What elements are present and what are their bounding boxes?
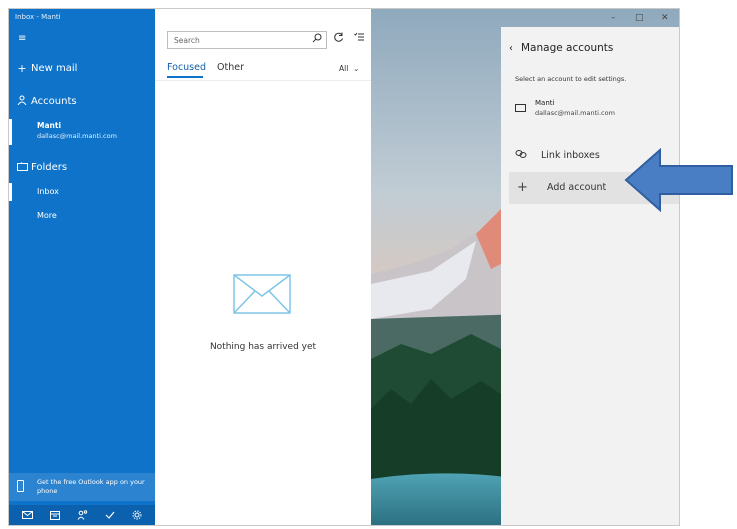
search-input[interactable]: Search xyxy=(174,36,200,45)
folders-button[interactable]: Folders xyxy=(9,158,155,176)
accounts-button[interactable]: Accounts xyxy=(9,92,155,110)
manage-accounts-header: ‹ Manage accounts xyxy=(509,42,613,54)
accounts-label: Accounts xyxy=(31,95,77,107)
link-inboxes-button[interactable]: Link inboxes xyxy=(515,149,600,162)
outlook-app-promo[interactable]: Get the free Outlook app on your phone xyxy=(9,473,155,501)
hamburger-menu-icon[interactable]: ≡ xyxy=(18,33,26,44)
plus-icon: + xyxy=(517,180,528,195)
add-account-label: Add account xyxy=(547,182,607,193)
tab-other[interactable]: Other xyxy=(217,62,244,73)
selection-bar xyxy=(9,119,12,145)
link-icon xyxy=(515,149,531,162)
filter-dropdown[interactable]: All ⌄ xyxy=(339,64,359,73)
promo-text: Get the free Outlook app on your phone xyxy=(37,478,145,495)
empty-mail-icon xyxy=(233,274,291,314)
new-mail-label: New mail xyxy=(31,62,78,74)
selection-bar xyxy=(9,183,12,201)
chevron-down-icon: ⌄ xyxy=(350,64,360,73)
plus-icon: + xyxy=(17,61,27,75)
phone-icon xyxy=(17,480,24,492)
search-box[interactable]: Search xyxy=(167,31,327,49)
managed-account-name: Manti xyxy=(535,99,555,107)
sidebar-item-inbox[interactable]: Inbox xyxy=(9,183,155,201)
tab-focused-indicator xyxy=(167,76,203,78)
manage-accounts-panel: ‹ Manage accounts Select an account to e… xyxy=(501,27,679,525)
screenshot-stage: Inbox - Manti ≡ + New mail Accounts Mant… xyxy=(0,0,737,529)
sidebar: Inbox - Manti ≡ + New mail Accounts Mant… xyxy=(9,9,155,525)
new-mail-button[interactable]: + New mail xyxy=(9,59,155,77)
mail-icon[interactable] xyxy=(21,510,33,522)
settings-icon[interactable] xyxy=(132,510,142,523)
sidebar-account-item[interactable]: Manti dallasc@mail.manti.com xyxy=(9,119,155,145)
sidebar-item-more[interactable]: More xyxy=(37,211,57,220)
folders-label: Folders xyxy=(31,161,68,173)
account-name: Manti xyxy=(37,121,62,130)
sync-icon[interactable] xyxy=(333,32,344,46)
annotation-arrow-icon xyxy=(624,148,733,213)
search-icon[interactable] xyxy=(312,33,322,46)
todo-icon[interactable] xyxy=(105,510,115,523)
managed-account-email: dallasc@mail.manti.com xyxy=(535,109,615,117)
mail-app-window: Inbox - Manti ≡ + New mail Accounts Mant… xyxy=(8,8,680,526)
managed-account-item[interactable]: Manti dallasc@mail.manti.com xyxy=(515,99,675,123)
back-chevron-icon[interactable]: ‹ xyxy=(509,43,513,54)
select-mode-icon[interactable] xyxy=(354,32,365,45)
list-divider xyxy=(155,80,371,81)
panel-hint: Select an account to edit settings. xyxy=(515,75,627,83)
bottom-nav xyxy=(9,505,155,525)
message-list-pane: Search Focused Other All ⌄ Nothing has a… xyxy=(155,9,371,525)
panel-title: Manage accounts xyxy=(521,42,614,54)
minimize-button[interactable]: – xyxy=(611,13,616,23)
inbox-label: Inbox xyxy=(37,187,59,196)
account-email: dallasc@mail.manti.com xyxy=(37,132,117,140)
people-icon[interactable] xyxy=(77,509,88,523)
empty-inbox-message: Nothing has arrived yet xyxy=(209,342,317,352)
close-button[interactable]: ✕ xyxy=(661,13,669,23)
window-title: Inbox - Manti xyxy=(15,13,61,21)
calendar-icon[interactable] xyxy=(49,510,60,523)
mail-icon xyxy=(515,104,526,112)
maximize-button[interactable]: □ xyxy=(635,13,644,23)
user-icon xyxy=(9,95,31,108)
tab-focused[interactable]: Focused xyxy=(167,62,206,73)
folder-icon xyxy=(9,161,31,174)
link-inboxes-label: Link inboxes xyxy=(541,150,600,161)
filter-label: All xyxy=(339,64,349,73)
